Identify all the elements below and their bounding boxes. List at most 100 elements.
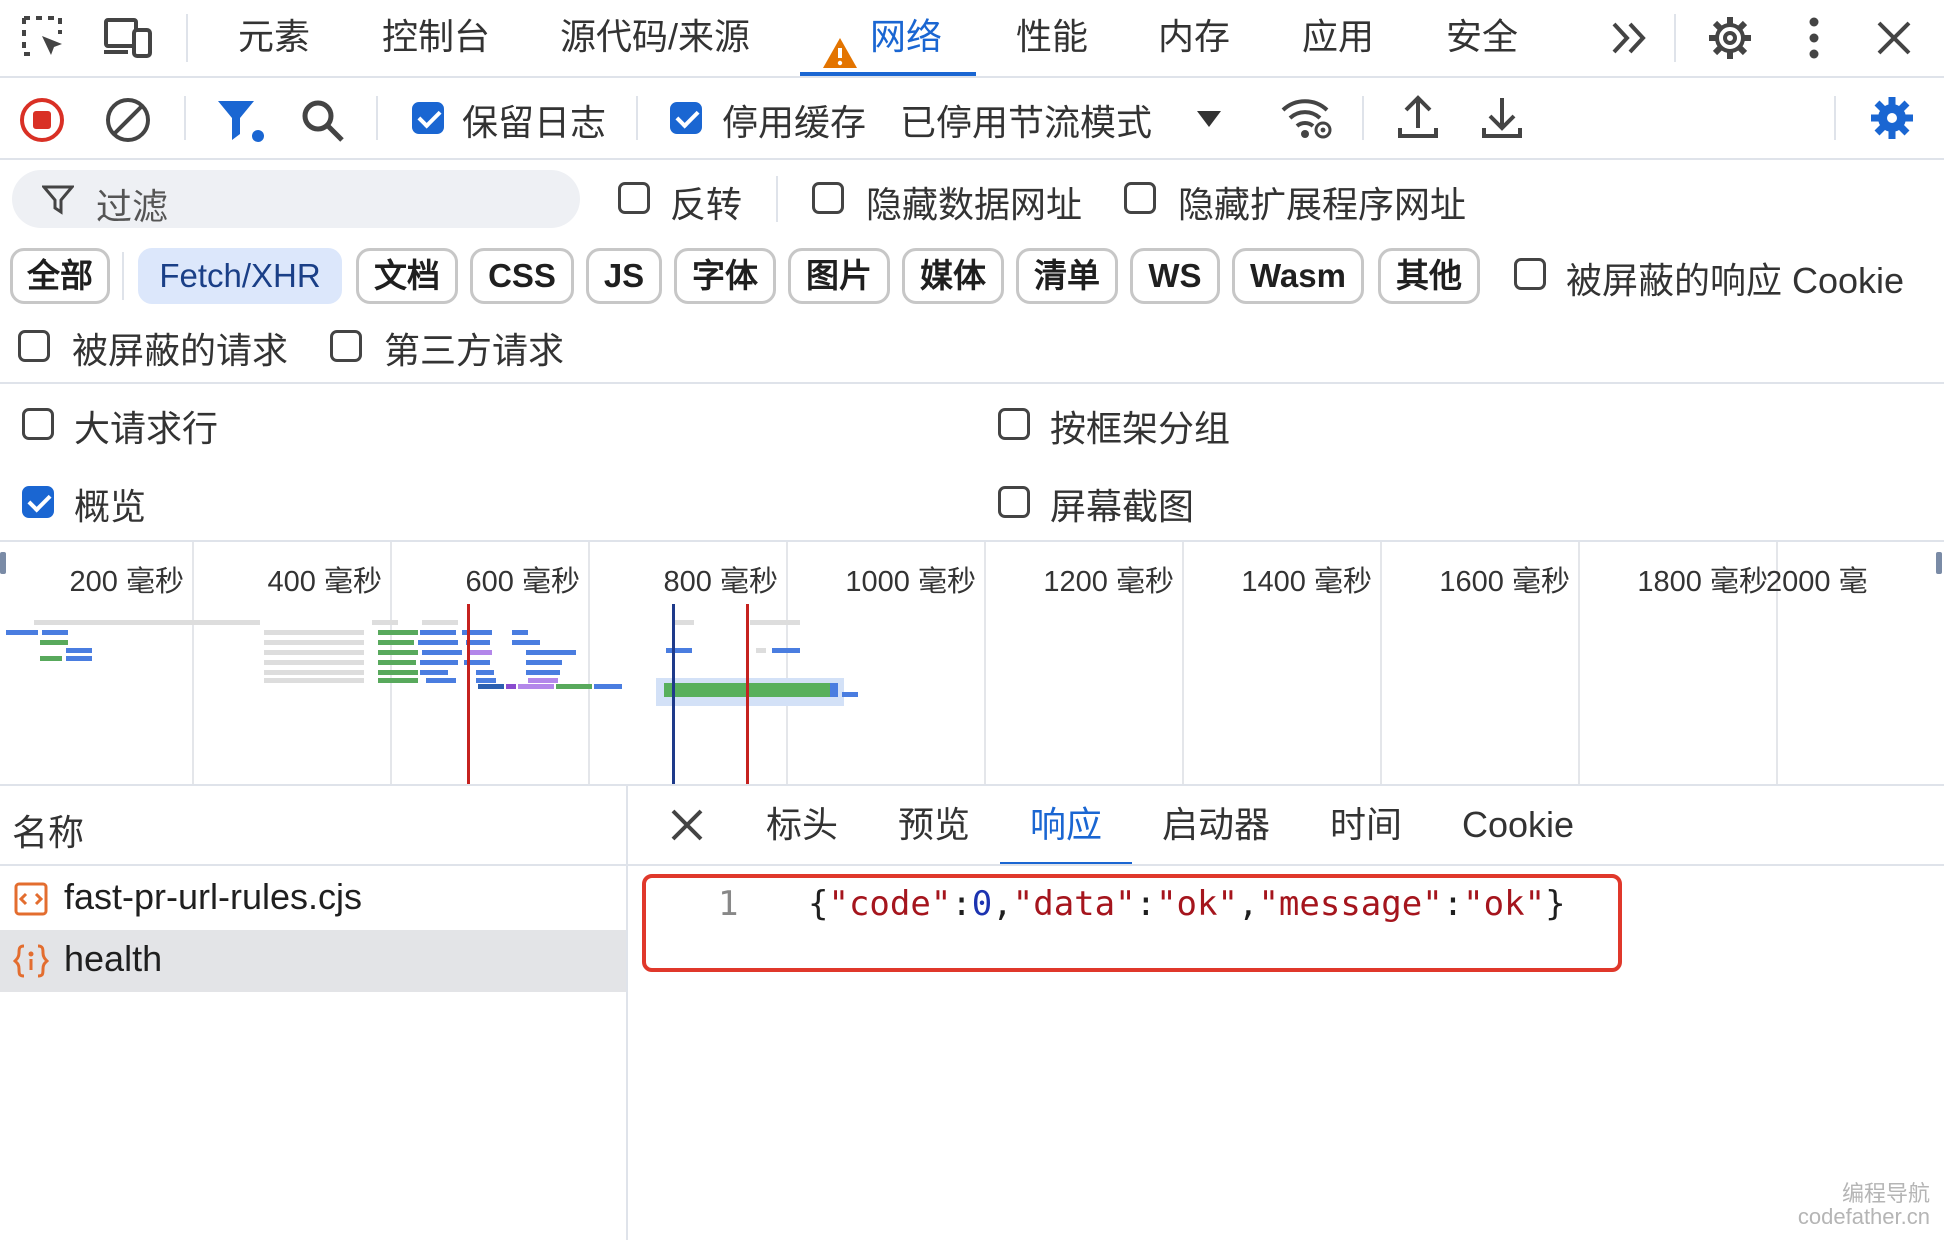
close-icon[interactable]	[1874, 18, 1914, 58]
filter-icon[interactable]	[216, 98, 266, 144]
top-tab-bar: 元素 控制台 源代码/来源 网络 性能 内存 应用 安全	[0, 0, 1944, 76]
more-options-icon[interactable]	[1800, 16, 1828, 60]
waterfall-bar	[470, 650, 492, 655]
load-event-marker	[467, 604, 470, 784]
highlight-box	[642, 874, 1622, 972]
chip-css[interactable]: CSS	[470, 248, 574, 304]
waterfall-bar	[420, 660, 458, 665]
preserve-log-checkbox[interactable]	[412, 102, 444, 134]
waterfall-bar	[66, 656, 92, 661]
close-detail-icon[interactable]	[670, 808, 704, 842]
name-column-header[interactable]: 名称	[12, 804, 84, 856]
throttling-select[interactable]: 已停用节流模式	[900, 94, 1152, 146]
chip-img[interactable]: 图片	[788, 248, 890, 304]
timeline-tick: 2000 毫	[1766, 566, 1868, 598]
waterfall-bar	[264, 630, 364, 635]
more-tabs-icon[interactable]	[1610, 20, 1650, 56]
tab-elements[interactable]: 元素	[238, 0, 310, 76]
tab-network[interactable]: 网络	[800, 0, 976, 76]
tab-network-label: 网络	[870, 16, 943, 57]
preserve-log-label: 保留日志	[462, 102, 607, 143]
screenshots-checkbox[interactable]	[998, 486, 1030, 518]
tab-security[interactable]: 安全	[1446, 0, 1518, 76]
tab-performance[interactable]: 性能	[1016, 0, 1088, 76]
waterfall-bar	[526, 670, 560, 675]
divider	[184, 96, 186, 140]
invert-checkbox[interactable]	[618, 182, 650, 214]
list-item[interactable]: health	[0, 930, 626, 992]
tab-headers[interactable]: 标头	[766, 786, 838, 866]
import-har-icon[interactable]	[1396, 94, 1440, 140]
divider	[1834, 96, 1836, 140]
timeline-tick: 1400 毫秒	[1241, 566, 1372, 598]
tab-application[interactable]: 应用	[1302, 0, 1374, 76]
waterfall-bar	[528, 678, 558, 683]
search-icon[interactable]	[300, 98, 346, 144]
network-settings-gear-icon[interactable]	[1868, 94, 1916, 142]
timeline-right-handle[interactable]	[1936, 552, 1942, 574]
blocked-requests-label: 被屏蔽的请求	[72, 330, 289, 371]
caret-down-icon[interactable]	[1196, 110, 1222, 128]
divider	[376, 96, 378, 140]
chip-doc[interactable]: 文档	[356, 248, 458, 304]
timeline-tick: 1000 毫秒	[845, 566, 976, 598]
hide-data-urls-checkbox[interactable]	[812, 182, 844, 214]
waterfall-bar	[40, 656, 62, 661]
hide-extension-urls-checkbox[interactable]	[1124, 182, 1156, 214]
inspect-element-icon[interactable]	[20, 14, 68, 62]
disable-cache-checkbox[interactable]	[670, 102, 702, 134]
waterfall-bar	[378, 660, 416, 665]
big-request-rows-checkbox[interactable]	[22, 408, 54, 440]
waterfall-bar	[426, 678, 456, 683]
device-toolbar-icon[interactable]	[102, 14, 154, 62]
record-stop-icon[interactable]	[18, 96, 66, 144]
tab-memory[interactable]: 内存	[1158, 0, 1230, 76]
waterfall-bar	[378, 630, 418, 635]
chip-fetch-xhr[interactable]: Fetch/XHR	[138, 248, 342, 304]
chip-js[interactable]: JS	[586, 248, 662, 304]
invert-label: 反转	[670, 184, 743, 225]
tab-sources[interactable]: 源代码/来源	[560, 0, 750, 76]
waterfall-bar	[42, 630, 68, 635]
chip-all[interactable]: 全部	[10, 248, 110, 304]
divider	[636, 96, 638, 140]
group-by-frame-checkbox[interactable]	[998, 408, 1030, 440]
tab-preview[interactable]: 预览	[898, 786, 970, 866]
waterfall-bar	[264, 670, 364, 675]
clear-icon[interactable]	[104, 96, 152, 144]
chip-other[interactable]: 其他	[1378, 248, 1480, 304]
waterfall-bar	[526, 650, 576, 655]
tab-response[interactable]: 响应	[1000, 786, 1132, 866]
chip-media[interactable]: 媒体	[902, 248, 1004, 304]
chip-wasm[interactable]: Wasm	[1232, 248, 1364, 304]
chip-font[interactable]: 字体	[674, 248, 776, 304]
third-party-checkbox[interactable]	[330, 330, 362, 362]
fetch-json-icon	[12, 942, 50, 980]
chip-manifest[interactable]: 清单	[1016, 248, 1118, 304]
divider	[186, 14, 188, 62]
export-har-icon[interactable]	[1480, 94, 1524, 140]
tab-cookies[interactable]: Cookie	[1462, 786, 1574, 866]
script-file-icon	[14, 882, 48, 916]
filter-placeholder: 过滤	[96, 186, 169, 227]
divider	[0, 382, 1944, 384]
overview-checkbox[interactable]	[22, 486, 54, 518]
blocked-requests-checkbox[interactable]	[18, 330, 50, 362]
chip-ws[interactable]: WS	[1130, 248, 1220, 304]
waterfall-bar	[422, 620, 458, 625]
blocked-response-cookies-checkbox[interactable]	[1514, 258, 1546, 290]
waterfall-bar	[556, 684, 592, 689]
filter-input[interactable]: 过滤	[12, 170, 580, 228]
tab-console[interactable]: 控制台	[382, 0, 490, 76]
tab-initiator[interactable]: 启动器	[1162, 786, 1270, 866]
waterfall-bar	[842, 692, 858, 697]
network-conditions-icon[interactable]	[1280, 94, 1334, 142]
waterfall-bar	[6, 630, 38, 635]
timeline-tick: 1200 毫秒	[1043, 566, 1174, 598]
funnel-icon	[42, 184, 74, 216]
tab-timing[interactable]: 时间	[1330, 786, 1402, 866]
waterfall-bar	[264, 660, 364, 665]
gear-icon[interactable]	[1706, 14, 1754, 62]
list-item[interactable]: fast-pr-url-rules.cjs	[0, 868, 626, 930]
timeline-tick: 200 毫秒	[69, 566, 184, 598]
